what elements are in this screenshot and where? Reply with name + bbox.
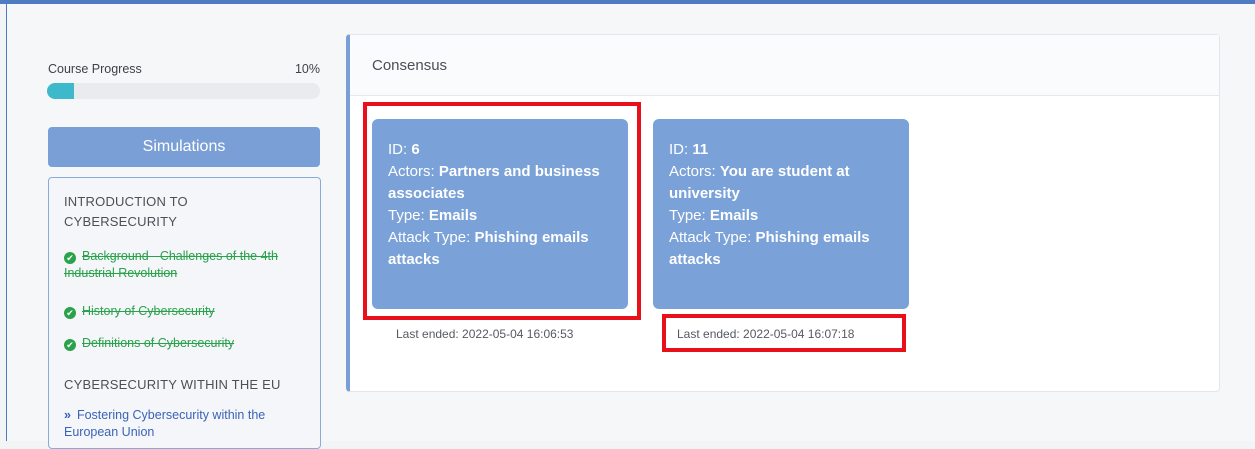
card-actors-line: Actors: You are student at university bbox=[669, 161, 893, 205]
course-outline: INTRODUCTION TO CYBERSECURITY ✔ Backgroun… bbox=[48, 177, 321, 449]
lesson-item[interactable]: ✔ Background - Challenges of the 4th Indu… bbox=[64, 248, 309, 282]
check-circle-icon: ✔ bbox=[64, 339, 76, 351]
section-title-introduction: INTRODUCTION TO CYBERSECURITY bbox=[64, 194, 188, 229]
course-progress-percent: 10% bbox=[294, 62, 320, 76]
highlight-box-last-ended-11 bbox=[662, 314, 906, 352]
lesson-label: Fostering Cybersecurity within the Europ… bbox=[64, 408, 266, 439]
card-type-label: Type: bbox=[669, 207, 706, 224]
card-type-line: Type: Emails bbox=[669, 205, 893, 227]
panel-header: Consensus bbox=[350, 35, 1219, 96]
double-chevron-right-icon: » bbox=[64, 408, 71, 422]
panel-title: Consensus bbox=[372, 57, 448, 74]
lesson-label: History of Cybersecurity bbox=[82, 304, 215, 318]
card-attack-label: Attack Type: bbox=[669, 229, 752, 246]
course-progress-label: Course Progress bbox=[48, 62, 142, 76]
card-id-label: ID: bbox=[669, 141, 689, 158]
section-title-eu: CYBERSECURITY WITHIN THE EU bbox=[64, 377, 281, 392]
simulations-button[interactable]: Simulations bbox=[48, 127, 320, 167]
course-sidebar: Course Progress 10% Simulations INTRODUC… bbox=[40, 50, 322, 449]
card-id-value: 11 bbox=[692, 141, 709, 158]
card-type-value: Emails bbox=[709, 207, 759, 224]
simulation-card[interactable]: ID: 11 Actors: You are student at univer… bbox=[653, 119, 909, 309]
lesson-label: Definitions of Cybersecurity bbox=[82, 336, 235, 350]
course-progress-bar bbox=[47, 83, 320, 99]
lesson-item[interactable]: ✔ Definitions of Cybersecurity bbox=[64, 335, 309, 352]
lesson-label: Background - Challenges of the 4th Indus… bbox=[64, 249, 278, 280]
check-circle-icon: ✔ bbox=[64, 252, 76, 264]
card-id-line: ID: 11 bbox=[669, 139, 893, 161]
check-circle-icon: ✔ bbox=[64, 307, 76, 319]
lesson-item[interactable]: ✔ History of Cybersecurity bbox=[64, 303, 309, 320]
card-actors-label: Actors: bbox=[669, 163, 716, 180]
card-attack-line: Attack Type: Phishing emails attacks bbox=[669, 227, 893, 271]
course-progress-fill bbox=[47, 83, 75, 99]
highlight-box-card-6 bbox=[363, 102, 641, 320]
lesson-item[interactable]: » Fostering Cybersecurity within the Euro… bbox=[64, 407, 309, 441]
card-last-ended: Last ended: 2022-05-04 16:06:53 bbox=[396, 327, 574, 341]
